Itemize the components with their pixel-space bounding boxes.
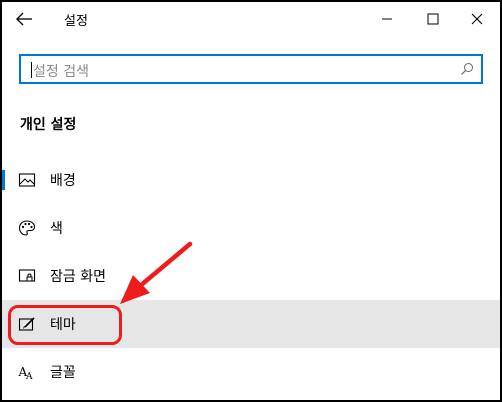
- search-input[interactable]: 설정 검색: [19, 54, 483, 84]
- nav-item-fonts[interactable]: A A 글꼴: [2, 348, 500, 396]
- back-button[interactable]: [14, 8, 36, 30]
- close-icon: [471, 13, 483, 25]
- minimize-icon: [382, 18, 392, 20]
- section-title: 개인 설정: [20, 117, 77, 133]
- back-arrow-icon: [16, 12, 32, 26]
- close-button[interactable]: [464, 6, 490, 32]
- red-arrow-icon: [120, 241, 193, 304]
- font-icon: A A: [18, 365, 33, 381]
- nav-item-label: 잠금 화면: [50, 269, 106, 285]
- text-cursor: [31, 62, 32, 78]
- nav-item-label: 배경: [50, 173, 76, 189]
- nav-item-label: 색: [50, 221, 63, 237]
- title-bar: 설정: [2, 2, 500, 36]
- picture-icon: [18, 173, 36, 187]
- svg-text:A: A: [25, 372, 33, 381]
- minimize-button[interactable]: [374, 6, 400, 32]
- maximize-button[interactable]: [420, 6, 446, 32]
- window-title: 설정: [64, 14, 88, 29]
- highlight-box-annotation: [8, 305, 122, 345]
- nav-item-background[interactable]: 배경: [2, 156, 500, 204]
- active-indicator: [2, 170, 5, 190]
- nav-item-lock-screen[interactable]: 잠금 화면: [2, 252, 500, 300]
- lock-screen-icon: [18, 269, 36, 282]
- palette-icon: [18, 220, 36, 236]
- maximize-icon: [427, 13, 439, 25]
- search-placeholder: 설정 검색: [33, 64, 89, 80]
- search-icon[interactable]: [459, 61, 475, 77]
- nav-item-label: 글꼴: [50, 365, 76, 381]
- nav-item-colors[interactable]: 색: [2, 204, 500, 252]
- settings-window: 설정 설정 검색 개인 설정 배경 색 잠금 화면 테마 A A 글꼴: [0, 0, 502, 402]
